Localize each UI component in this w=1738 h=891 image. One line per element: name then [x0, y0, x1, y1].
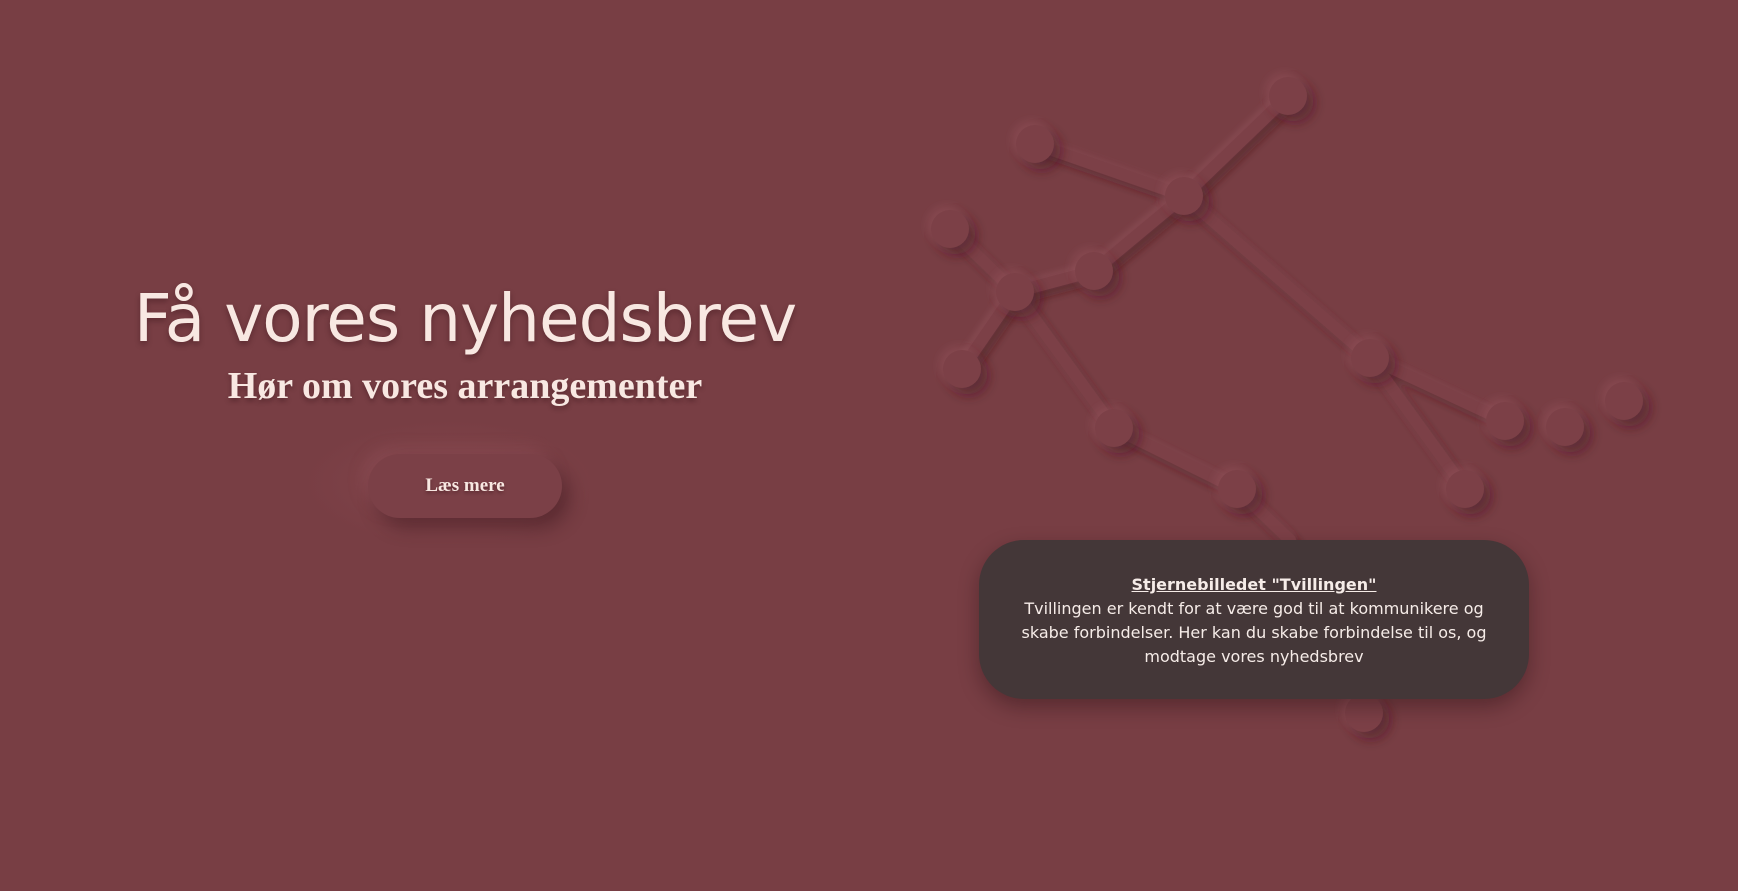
constellation-info-card: Stjernebilledet "Tvillingen" Tvillingen …	[979, 540, 1529, 699]
read-more-button[interactable]: Læs mere	[368, 454, 562, 518]
constellation-lines	[944, 90, 1511, 546]
info-card-title: Stjernebilledet "Tvillingen"	[1131, 575, 1377, 594]
newsletter-hero: Få vores nyhedsbrev Hør om vores arrange…	[0, 0, 930, 891]
page-subtitle: Hør om vores arrangementer	[227, 365, 703, 407]
info-card-text: Tvillingen er kendt for at være god til …	[1021, 599, 1487, 666]
page-title: Få vores nyhedsbrev	[133, 280, 797, 357]
